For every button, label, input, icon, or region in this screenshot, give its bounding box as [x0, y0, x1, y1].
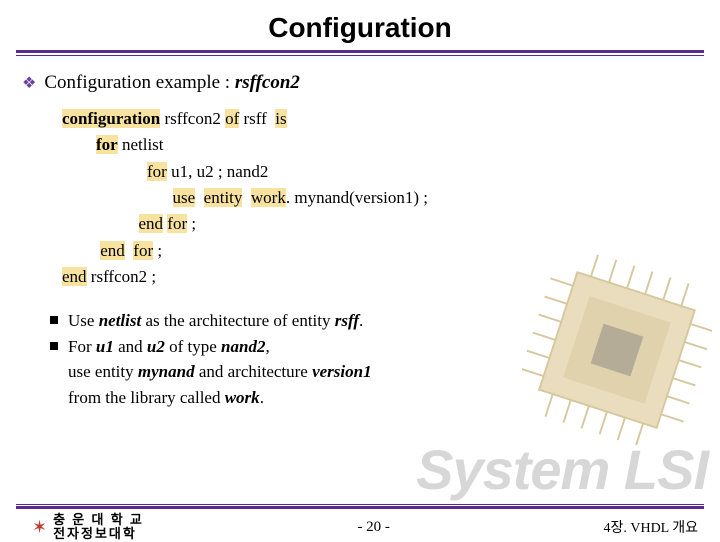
watermark-text: System LSI [416, 437, 708, 502]
university-name: 충 운 대 학 교 전자정보대학 [53, 513, 144, 542]
code-block: configuration rsffcon2 of rsff is for ne… [0, 94, 720, 290]
explain-item-1: Use netlist as the architecture of entit… [50, 308, 720, 334]
page-number: - 20 - [357, 519, 390, 536]
slide-title: Configuration [0, 0, 720, 44]
footer-rule-thin [16, 504, 704, 505]
title-rule-thick [16, 50, 704, 53]
square-bullet-icon [50, 316, 58, 324]
star-icon: ✶ [32, 517, 47, 538]
diamond-bullet-icon: ❖ [22, 73, 36, 93]
bullet1-identifier: rsffcon2 [235, 72, 300, 93]
square-bullet-icon [50, 342, 58, 350]
explain-item-2: For u1 and u2 of type nand2, use entity … [50, 334, 720, 411]
title-rule-thin [16, 55, 704, 56]
slide-footer: ✶ 충 운 대 학 교 전자정보대학 - 20 - 4장. VHDL 개요 [0, 504, 720, 540]
bullet-level1: ❖ Configuration example : rsffcon2 [0, 66, 720, 94]
explanation-list: Use netlist as the architecture of entit… [0, 290, 720, 410]
chapter-label: 4장. VHDL 개요 [603, 517, 698, 537]
bullet1-text: Configuration example : [44, 72, 234, 93]
